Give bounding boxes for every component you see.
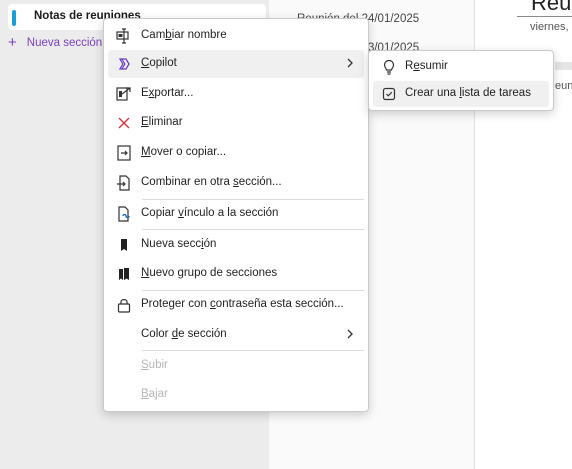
merge-icon — [116, 175, 132, 191]
add-section-label: Nueva sección — [26, 37, 103, 49]
new-section-group-icon — [116, 266, 132, 282]
lock-icon — [116, 297, 132, 313]
add-section-button[interactable]: + Nueva sección — [8, 34, 103, 51]
menu-item-merge[interactable]: Combinar en otra sección... — [108, 169, 364, 197]
lightbulb-icon — [381, 59, 397, 75]
note-body-text: eun — [555, 80, 572, 92]
note-date: viernes, — [530, 21, 569, 33]
menu-item-copilot[interactable]: Copilot — [108, 50, 364, 78]
menu-item-password-protect[interactable]: Proteger con contraseña esta sección... — [108, 291, 364, 319]
rename-icon — [116, 28, 132, 44]
submenu-item-create-task-list[interactable]: Crear una lista de tareas — [373, 81, 549, 107]
copilot-icon — [116, 56, 132, 72]
title-underline — [517, 16, 572, 17]
link-icon — [116, 206, 132, 222]
submenu-item-summarize[interactable]: Resumir — [373, 54, 549, 80]
move-copy-icon — [116, 145, 132, 161]
note-title[interactable]: Reu — [531, 0, 571, 16]
menu-separator — [142, 350, 364, 351]
checkbox-icon — [381, 86, 397, 102]
new-section-icon — [116, 237, 132, 253]
chevron-right-icon — [344, 56, 356, 70]
copilot-submenu: Resumir Crear una lista de tareas — [368, 50, 554, 111]
menu-item-copy-link[interactable]: Copiar vínculo a la sección — [108, 200, 364, 228]
menu-separator — [142, 229, 364, 230]
menu-item-delete[interactable]: Eliminar — [108, 109, 364, 137]
menu-item-move-down: Bajar — [141, 388, 168, 400]
menu-item-move-up: Subir — [141, 359, 168, 371]
plus-icon: + — [8, 34, 17, 51]
canvas-divider — [555, 62, 572, 70]
export-icon — [116, 86, 132, 102]
delete-icon — [116, 115, 132, 131]
menu-item-section-color[interactable]: Color de sección — [108, 321, 364, 349]
chevron-right-icon — [344, 327, 356, 341]
menu-item-move-copy[interactable]: Mover o copiar... — [108, 139, 364, 167]
menu-item-new-section-group[interactable]: Nuevo grupo de secciones — [108, 260, 364, 288]
menu-item-rename[interactable]: Cambiar nombre — [108, 22, 364, 50]
menu-item-new-section[interactable]: Nueva sección — [108, 231, 364, 259]
section-context-menu: Cambiar nombre Copilot Exportar... Elimi… — [103, 18, 369, 412]
section-color-marker — [12, 10, 16, 26]
menu-item-export[interactable]: Exportar... — [108, 80, 364, 108]
